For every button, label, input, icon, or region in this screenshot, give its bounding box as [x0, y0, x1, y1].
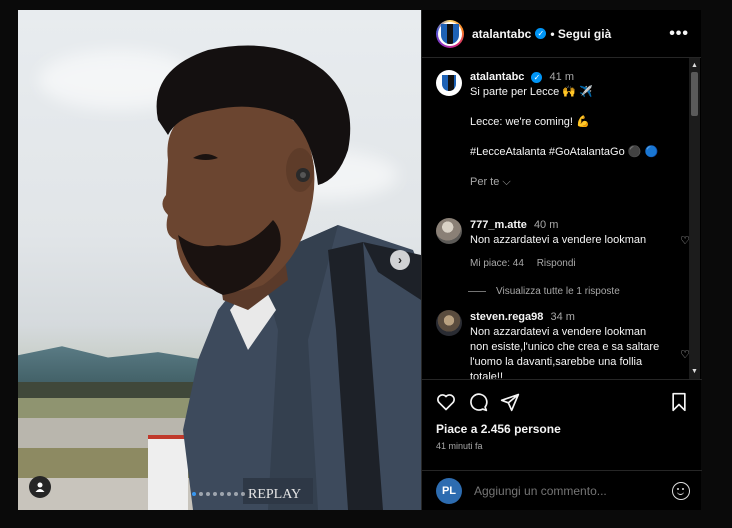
reply-button[interactable]: Rispondi [537, 258, 576, 269]
tagged-users-button[interactable] [29, 476, 51, 498]
author-username[interactable]: atalantabc [472, 27, 531, 41]
comment-username[interactable]: steven.rega98 [470, 311, 543, 323]
player-figure: REPLAY [156, 45, 421, 510]
comment-username[interactable]: 777_m.atte [470, 219, 527, 231]
likes-count[interactable]: Piace a 2.456 persone [436, 422, 688, 436]
post-details-panel: atalantabc ✓ • Segui già ••• atalantabc … [421, 10, 702, 510]
post-actions: Piace a 2.456 persone 41 minuti fa [422, 379, 702, 451]
commenter-avatar[interactable] [436, 310, 462, 336]
comment-input[interactable] [474, 483, 644, 498]
caption-time: 41 m [549, 71, 575, 83]
author-avatar[interactable] [436, 19, 464, 48]
comment-likes[interactable]: Mi piace: 44 [470, 258, 524, 269]
commenter-avatar[interactable] [436, 218, 462, 244]
caption-avatar[interactable] [436, 70, 462, 96]
atalanta-crest-icon [442, 75, 456, 91]
user-icon [35, 482, 45, 492]
view-replies-label[interactable]: Visualizza tutte le 1 risposte [496, 286, 620, 297]
pagination-dot [241, 492, 245, 496]
scrollbar-thumb[interactable] [691, 72, 698, 116]
post-header: atalantabc ✓ • Segui già ••• [422, 10, 701, 58]
pagination-dot [213, 492, 217, 496]
comments-scrollbar[interactable]: ▲ ▼ [689, 58, 700, 379]
scroll-down-arrow-icon[interactable]: ▼ [689, 366, 700, 377]
more-options-icon[interactable]: ••• [669, 25, 689, 43]
comment-time: 40 m [533, 219, 559, 231]
comment: steven.rega98 34 m Non azzardatevi a ven… [436, 310, 690, 379]
post-photo[interactable]: REPLAY › [18, 10, 421, 510]
jacket-brand: REPLAY [248, 487, 301, 502]
view-replies[interactable]: Visualizza tutte le 1 risposte [468, 286, 620, 297]
pagination-dot [192, 492, 196, 496]
heart-icon[interactable] [436, 392, 456, 412]
comment: 777_m.atte 40 m Non azzardatevi a vender… [436, 218, 690, 271]
pagination-dot [220, 492, 224, 496]
comment-icon[interactable] [468, 392, 488, 412]
comment-text: Non azzardatevi a vendere lookman non es… [470, 326, 660, 379]
comment-time: 34 m [550, 311, 575, 323]
photo-pagination [192, 492, 245, 496]
atalanta-crest-icon [441, 23, 459, 44]
caption-hashtags[interactable]: #LecceAtalanta #GoAtalantaGo ⚫ 🔵 [470, 145, 658, 160]
pagination-dot [206, 492, 210, 496]
add-comment-bar: PL [422, 470, 702, 510]
scroll-up-arrow-icon[interactable]: ▲ [689, 60, 700, 71]
replies-divider [468, 291, 486, 292]
verified-badge-icon: ✓ [531, 71, 543, 83]
save-bookmark-icon[interactable] [670, 392, 688, 412]
verified-badge-icon: ✓ [535, 28, 547, 39]
caption-username[interactable]: atalantabc [470, 71, 524, 83]
emoji-icon[interactable] [672, 481, 690, 500]
pagination-dot [234, 492, 238, 496]
post-modal: REPLAY › atalantabc ✓ • Segui già ••• at… [18, 10, 702, 510]
translation-link[interactable]: Per te ⌵ [470, 175, 658, 190]
following-button[interactable]: • Segui già [550, 27, 611, 41]
share-icon[interactable] [500, 392, 520, 412]
pagination-dot [199, 492, 203, 496]
comments-list[interactable]: atalantabc ✓ 41 m Si parte per Lecce 🙌 ✈… [422, 58, 702, 379]
current-user-avatar[interactable]: PL [436, 477, 462, 504]
caption-line: Si parte per Lecce 🙌 ✈️ [470, 86, 593, 98]
post-timestamp[interactable]: 41 minuti fa [436, 441, 688, 451]
next-photo-button[interactable]: › [390, 250, 410, 270]
caption: atalantabc ✓ 41 m Si parte per Lecce 🙌 ✈… [436, 70, 686, 190]
pagination-dot [227, 492, 231, 496]
comment-text: Non azzardatevi a vendere lookman [470, 234, 647, 246]
caption-line: Lecce: we're coming! 💪 [470, 116, 590, 128]
